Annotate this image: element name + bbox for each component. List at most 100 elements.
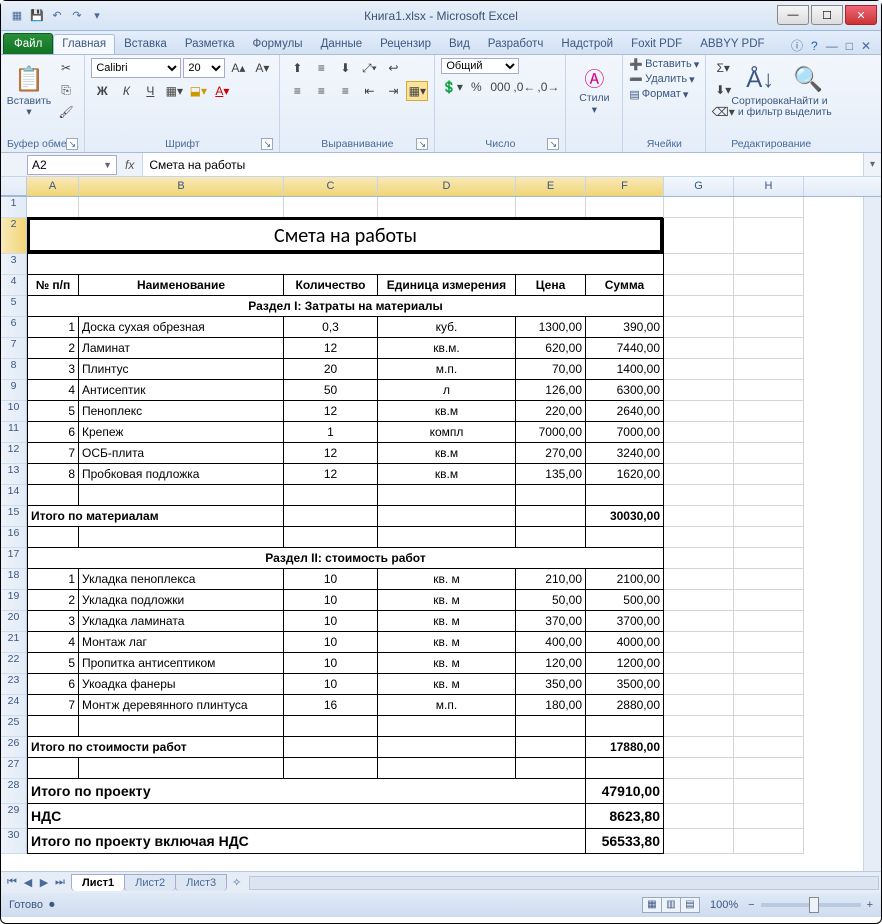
cell[interactable] — [378, 527, 516, 548]
cell[interactable]: кв. м — [378, 611, 516, 632]
cell[interactable]: 126,00 — [516, 380, 586, 401]
cell[interactable]: Антисептик — [79, 380, 284, 401]
sheet-tab-3[interactable]: Лист3 — [175, 874, 227, 891]
comma-icon[interactable]: 000 — [489, 77, 511, 97]
grow-font-icon[interactable]: A▴ — [227, 58, 249, 78]
cell[interactable] — [664, 218, 734, 254]
cell[interactable] — [734, 590, 804, 611]
cell[interactable] — [734, 422, 804, 443]
expand-formula-icon[interactable]: ▾ — [863, 153, 881, 176]
cell[interactable] — [664, 401, 734, 422]
cell[interactable]: 2100,00 — [586, 569, 664, 590]
cell[interactable]: Плинтус — [79, 359, 284, 380]
cell[interactable]: куб. — [378, 317, 516, 338]
align-top-icon[interactable]: ⬆ — [286, 58, 308, 78]
row-header[interactable]: 29 — [1, 804, 27, 829]
name-box[interactable]: A2▼ — [27, 155, 117, 175]
cell[interactable] — [734, 737, 804, 758]
cell[interactable]: 620,00 — [516, 338, 586, 359]
row-header[interactable]: 7 — [1, 338, 27, 359]
tab-layout[interactable]: Разметка — [176, 34, 244, 54]
cell[interactable]: 270,00 — [516, 443, 586, 464]
cell[interactable]: Сумма — [586, 275, 664, 296]
cell[interactable] — [516, 485, 586, 506]
cell[interactable]: Доска сухая обрезная — [79, 317, 284, 338]
cell[interactable]: 400,00 — [516, 632, 586, 653]
cell[interactable]: Единица измерения — [378, 275, 516, 296]
number-format-select[interactable]: Общий — [441, 58, 519, 74]
cell[interactable] — [664, 829, 734, 854]
sheet-tab-1[interactable]: Лист1 — [71, 874, 125, 891]
cell[interactable] — [664, 338, 734, 359]
cell[interactable] — [664, 804, 734, 829]
autosum-icon[interactable]: Σ▾ — [712, 58, 734, 78]
cell[interactable]: Пробковая подложка — [79, 464, 284, 485]
row-header[interactable]: 17 — [1, 548, 27, 569]
align-center-icon[interactable]: ≡ — [310, 81, 332, 101]
percent-icon[interactable]: % — [465, 77, 487, 97]
cell[interactable] — [284, 485, 378, 506]
row-header[interactable]: 21 — [1, 632, 27, 653]
cell[interactable]: 17880,00 — [586, 737, 664, 758]
cell[interactable]: 1 — [27, 317, 79, 338]
tab-review[interactable]: Рецензир — [371, 34, 440, 54]
cell[interactable]: 3 — [27, 359, 79, 380]
cell[interactable] — [734, 506, 804, 527]
cell[interactable] — [734, 674, 804, 695]
cell[interactable] — [734, 632, 804, 653]
cell[interactable]: 1620,00 — [586, 464, 664, 485]
cell[interactable]: 6 — [27, 422, 79, 443]
worksheet-grid[interactable]: A B C D E F G H 12Смета на работы34№ п/п… — [1, 177, 881, 871]
row-header[interactable]: 11 — [1, 422, 27, 443]
cell[interactable]: 1400,00 — [586, 359, 664, 380]
redo-icon[interactable]: ↷ — [69, 8, 85, 24]
cell[interactable] — [664, 695, 734, 716]
cell[interactable] — [734, 338, 804, 359]
cell[interactable]: 12 — [284, 401, 378, 422]
cell[interactable] — [664, 197, 734, 218]
row-header[interactable]: 19 — [1, 590, 27, 611]
merge-icon[interactable]: ▦▾ — [406, 81, 428, 101]
cell[interactable] — [664, 632, 734, 653]
wrap-text-icon[interactable]: ↩ — [382, 58, 404, 78]
cell[interactable]: Ламинат — [79, 338, 284, 359]
cell[interactable] — [734, 218, 804, 254]
number-dialog-icon[interactable]: ↘ — [547, 138, 559, 150]
cell[interactable]: Раздел I: Затраты на материалы — [27, 296, 664, 317]
cell[interactable]: Цена — [516, 275, 586, 296]
cell[interactable] — [586, 197, 664, 218]
cell[interactable] — [664, 779, 734, 804]
cell[interactable] — [734, 548, 804, 569]
view-normal-icon[interactable]: ▦ — [642, 897, 662, 913]
row-header[interactable]: 1 — [1, 197, 27, 218]
orientation-icon[interactable]: ⤢▾ — [358, 58, 380, 78]
zoom-in-icon[interactable]: + — [867, 899, 873, 911]
cell[interactable] — [664, 737, 734, 758]
col-header-C[interactable]: C — [284, 177, 378, 196]
cell[interactable]: 3 — [27, 611, 79, 632]
cell[interactable] — [378, 506, 516, 527]
cell[interactable]: 6300,00 — [586, 380, 664, 401]
cell[interactable] — [664, 653, 734, 674]
cell[interactable] — [664, 758, 734, 779]
row-header[interactable]: 20 — [1, 611, 27, 632]
cell[interactable] — [664, 422, 734, 443]
cell[interactable] — [734, 380, 804, 401]
row-header[interactable]: 3 — [1, 254, 27, 275]
cell[interactable] — [79, 197, 284, 218]
horizontal-scrollbar[interactable] — [249, 876, 879, 890]
cell[interactable]: Итого по материалам — [27, 506, 284, 527]
cell[interactable]: кв. м — [378, 653, 516, 674]
cell[interactable]: Укладка пеноплекса — [79, 569, 284, 590]
cell[interactable] — [734, 695, 804, 716]
dec-decimal-icon[interactable]: ,0→ — [537, 77, 559, 97]
cell[interactable] — [734, 611, 804, 632]
cell[interactable]: 16 — [284, 695, 378, 716]
cell[interactable] — [378, 197, 516, 218]
cell[interactable]: 0,3 — [284, 317, 378, 338]
cell[interactable] — [734, 653, 804, 674]
tab-developer[interactable]: Разработч — [479, 34, 553, 54]
insert-cells-button[interactable]: ➕Вставить ▾ — [629, 58, 699, 71]
cell[interactable] — [734, 443, 804, 464]
cell[interactable]: Укладка ламината — [79, 611, 284, 632]
